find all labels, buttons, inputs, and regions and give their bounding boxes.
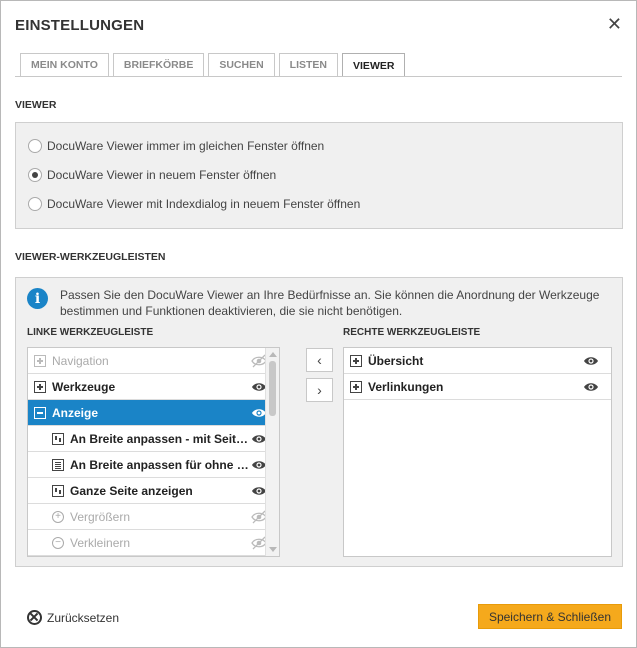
info-text: Passen Sie den DocuWare Viewer an Ihre B… [60,288,600,318]
move-left-button[interactable]: ‹ [306,348,333,372]
tab-suchen[interactable]: SUCHEN [208,53,275,76]
list-item-uebersicht[interactable]: Übersicht [344,348,611,374]
tab-viewer[interactable]: VIEWER [342,53,406,77]
list-item-zoom-out[interactable]: − Verkleinern [28,530,279,556]
list-item-zoom-in[interactable]: + Vergrößern [28,504,279,530]
scroll-thumb[interactable] [269,361,276,416]
tab-mein-konto[interactable]: MEIN KONTO [20,53,109,76]
info-icon: i [27,288,48,309]
list-item-label: Vergrößern [70,509,131,524]
list-item-label: An Breite anpassen - mit Seitenrand [70,431,251,446]
close-icon[interactable]: ✕ [607,14,622,34]
right-toolbar-title: RECHTE WERKZEUGLEISTE [343,327,481,338]
list-item-label: Werkzeuge [52,379,116,394]
radio-label: DocuWare Viewer mit Indexdialog in neuem… [47,197,361,211]
list-item-werkzeuge[interactable]: Werkzeuge [28,374,279,400]
list-item-label: Verkleinern [70,535,131,550]
right-toolbar-list[interactable]: Übersicht Verlinkungen [343,347,612,557]
reset-label: Zurücksetzen [47,610,120,625]
scrollbar[interactable] [265,348,279,556]
viewer-options-box: DocuWare Viewer immer im gleichen Fenste… [15,122,623,229]
plus-icon[interactable] [34,354,46,367]
radio-label: DocuWare Viewer in neuem Fenster öffnen [47,168,277,182]
scroll-up-arrow[interactable] [269,352,277,357]
list-item-whole-page[interactable]: Ganze Seite anzeigen [28,478,279,504]
left-toolbar-list[interactable]: Navigation Werkzeuge Anzeige An Breite a… [27,347,280,557]
list-item-fit-width-margin[interactable]: An Breite anpassen - mit Seitenrand [28,426,279,452]
scroll-down-arrow[interactable] [269,547,277,552]
radio-button-checked[interactable] [28,168,42,182]
fit-width-icon [52,432,64,445]
tab-divider [15,76,622,77]
left-toolbar-title: LINKE WERKZEUGLEISTE [27,327,154,338]
save-and-close-button[interactable]: Speichern & Schließen [478,604,622,629]
radio-button[interactable] [28,139,42,153]
tab-briefkoerbe[interactable]: BRIEFKÖRBE [112,53,205,76]
plus-icon[interactable] [34,380,46,393]
list-item-verlinkungen[interactable]: Verlinkungen [344,374,611,400]
tab-bar: MEIN KONTO BRIEFKÖRBE SUCHEN LISTEN VIEW… [20,53,406,77]
list-item-navigation[interactable]: Navigation [28,348,279,374]
list-item-label: Verlinkungen [368,379,444,394]
eye-icon[interactable] [583,379,599,395]
fit-whole-page-icon [52,484,64,497]
radio-option-index-dialog[interactable]: DocuWare Viewer mit Indexdialog in neuem… [28,197,360,211]
plus-icon[interactable] [350,380,362,393]
list-item-label: An Breite anpassen für ohne Seitenrand [70,457,251,472]
toolbars-box: i Passen Sie den DocuWare Viewer an Ihre… [15,277,623,567]
settings-dialog: EINSTELLUNGEN ✕ MEIN KONTO BRIEFKÖRBE SU… [0,0,637,648]
tab-listen[interactable]: LISTEN [278,53,339,76]
radio-option-same-window[interactable]: DocuWare Viewer immer im gleichen Fenste… [28,139,324,153]
minus-icon[interactable] [34,406,46,419]
eye-icon[interactable] [583,353,599,369]
list-item-fit-width-nomargin[interactable]: An Breite anpassen für ohne Seitenrand [28,452,279,478]
radio-button[interactable] [28,197,42,211]
dialog-title: EINSTELLUNGEN [15,17,145,34]
list-item-label: Ganze Seite anzeigen [70,483,193,498]
viewer-section-title: VIEWER [15,99,57,111]
zoom-out-icon: − [52,536,64,549]
fit-page-icon [52,458,64,471]
reset-icon [27,610,42,625]
move-right-button[interactable]: › [306,378,333,402]
radio-label: DocuWare Viewer immer im gleichen Fenste… [47,139,325,153]
list-item-anzeige[interactable]: Anzeige [28,400,279,426]
radio-option-new-window[interactable]: DocuWare Viewer in neuem Fenster öffnen [28,168,276,182]
zoom-in-icon: + [52,510,64,523]
list-item-label: Navigation [52,353,109,368]
list-item-label: Anzeige [52,405,99,420]
toolbars-section-title: VIEWER-WERKZEUGLEISTEN [15,251,166,263]
plus-icon[interactable] [350,354,362,367]
list-item-label: Übersicht [368,353,424,368]
reset-button[interactable]: Zurücksetzen [27,610,119,625]
